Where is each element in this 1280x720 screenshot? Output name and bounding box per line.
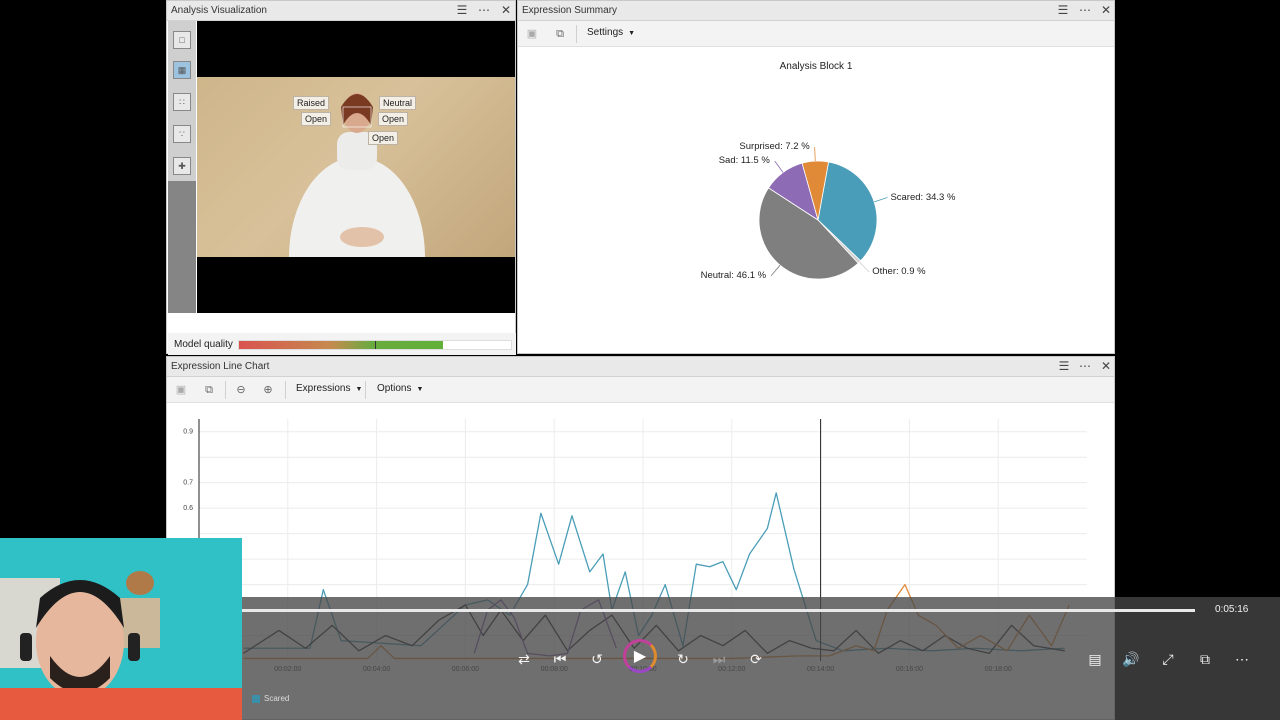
y-tick-label: 0.7 <box>183 480 193 487</box>
legend-swatch-scared <box>252 695 260 703</box>
options-dropdown[interactable]: Options ▼ <box>377 383 423 394</box>
more-options-icon[interactable]: ⋯ <box>1230 647 1254 671</box>
video-frame: Raised Neutral Open Open Open <box>197 21 515 313</box>
close-icon[interactable]: ✕ <box>1097 358 1115 375</box>
legend-label-scared: Scared <box>264 694 290 703</box>
landmarks-tool-icon[interactable]: ∷ <box>173 93 191 111</box>
repeat-icon[interactable]: ⟳ <box>744 647 768 671</box>
face-box-tool-icon[interactable]: ▦ <box>173 61 191 79</box>
subject-figure <box>289 93 425 257</box>
mouth-label: Open <box>368 131 399 145</box>
pie-leader-line <box>874 197 888 203</box>
eye-left-label: Open <box>301 112 332 126</box>
expression-summary-panel: Expression Summary ☰ ⋯ ✕ ▣ ⧉ Settings ▼ A… <box>517 0 1115 354</box>
volume-icon[interactable]: 🔊 <box>1119 647 1143 671</box>
chevron-down-icon: ▼ <box>416 386 424 393</box>
play-button[interactable]: ▶ <box>623 639 657 673</box>
pie-label-neutral: Neutral: 46.1 % <box>700 269 767 281</box>
skip-forward-30-icon[interactable]: ↻ <box>671 647 695 671</box>
pie-leader-line <box>814 147 816 162</box>
screen: { "analysis_panel": { "title": "Analysis… <box>0 0 1280 720</box>
seek-bar[interactable] <box>242 609 1195 612</box>
options-label: Options <box>377 383 412 394</box>
menu-icon[interactable]: ☰ <box>1055 358 1073 375</box>
pie-label-sad: Sad: 11.5 % <box>718 155 770 167</box>
previous-icon[interactable]: ⏮ <box>548 647 572 671</box>
captions-icon[interactable]: ▤ <box>1083 647 1107 671</box>
pie-leader-line <box>774 160 784 173</box>
play-icon: ▶ <box>633 648 647 665</box>
model-quality: Model quality <box>168 333 516 355</box>
toolbar-divider <box>365 381 366 399</box>
pie-leader-line <box>770 264 781 277</box>
playback-time: 0:05:16 <box>1215 604 1249 615</box>
more-icon[interactable]: ⋯ <box>475 2 493 19</box>
menu-icon[interactable]: ☰ <box>453 2 471 19</box>
next-icon[interactable]: ⏭ <box>707 647 731 671</box>
expressions-dropdown[interactable]: Expressions ▼ <box>296 383 362 394</box>
toolbar-divider <box>285 381 286 399</box>
visualization-tools: □ ▦ ∷ ∵ ✚ <box>168 21 196 313</box>
frame-tool-icon[interactable]: □ <box>173 31 191 49</box>
model-quality-marker <box>375 341 376 349</box>
close-icon[interactable]: ✕ <box>497 2 515 19</box>
more-icon[interactable]: ⋯ <box>1076 358 1094 375</box>
webcam-overlay <box>0 538 242 720</box>
toolbar-divider <box>225 381 226 399</box>
analysis-title: Analysis Visualization <box>171 5 267 16</box>
zoom-out-icon[interactable]: ⊖ <box>233 382 249 398</box>
linechart-toolbar: ▣ ⧉ ⊖ ⊕ Expressions ▼ Options ▼ <box>167 377 1114 403</box>
shuffle-icon[interactable]: ⇄ <box>512 647 536 671</box>
pie-label-scared: Scared: 34.3 % <box>890 191 956 203</box>
save-icon[interactable]: ▣ <box>173 382 189 398</box>
media-player-controls: 0:05:16 ⇄ ⏮ ↺ ▶ ↻ ⏭ ⟳ ▤ 🔊 ⤢ ⧉ ⋯ <box>242 597 1280 720</box>
linechart-titlebar: Expression Line Chart ☰ ⋯ ✕ <box>167 357 1114 377</box>
brow-left-label: Raised <box>293 96 330 110</box>
analysis-visualization-panel: Analysis Visualization ☰ ⋯ ✕ □ ▦ ∷ ∵ ✚ R… <box>166 0 516 355</box>
exit-fullscreen-icon[interactable]: ⤢ <box>1156 647 1180 671</box>
pie-label-surprised: Surprised: 7.2 % <box>739 141 810 153</box>
model-quality-fill <box>239 341 443 349</box>
presenter-video <box>0 538 242 720</box>
pie-chart <box>758 147 888 280</box>
model-quality-bar <box>238 340 512 350</box>
model-quality-label: Model quality <box>174 339 233 350</box>
eye-right-label: Open <box>378 112 409 126</box>
chevron-down-icon: ▼ <box>355 386 363 393</box>
y-tick-label: 0.6 <box>183 505 193 512</box>
mesh-tool-icon[interactable]: ∵ <box>173 125 191 143</box>
linechart-title: Expression Line Chart <box>171 361 270 372</box>
y-tick-label: 0.9 <box>183 429 193 436</box>
analysis-titlebar: Analysis Visualization ☰ ⋯ ✕ <box>167 1 515 21</box>
zoom-in-icon[interactable]: ⊕ <box>260 382 276 398</box>
seek-bar-progress <box>242 609 1195 612</box>
skip-back-10-icon[interactable]: ↺ <box>585 647 609 671</box>
miniplayer-icon[interactable]: ⧉ <box>1193 647 1217 671</box>
expressions-label: Expressions <box>296 383 351 394</box>
pie-leader-line <box>859 261 870 273</box>
copy-icon[interactable]: ⧉ <box>201 382 217 398</box>
pie-label-other: Other: 0.9 % <box>872 265 926 277</box>
axes-tool-icon[interactable]: ✚ <box>173 157 191 175</box>
subject-scene: Raised Neutral Open Open Open <box>197 77 515 257</box>
brow-right-label: Neutral <box>379 96 417 110</box>
